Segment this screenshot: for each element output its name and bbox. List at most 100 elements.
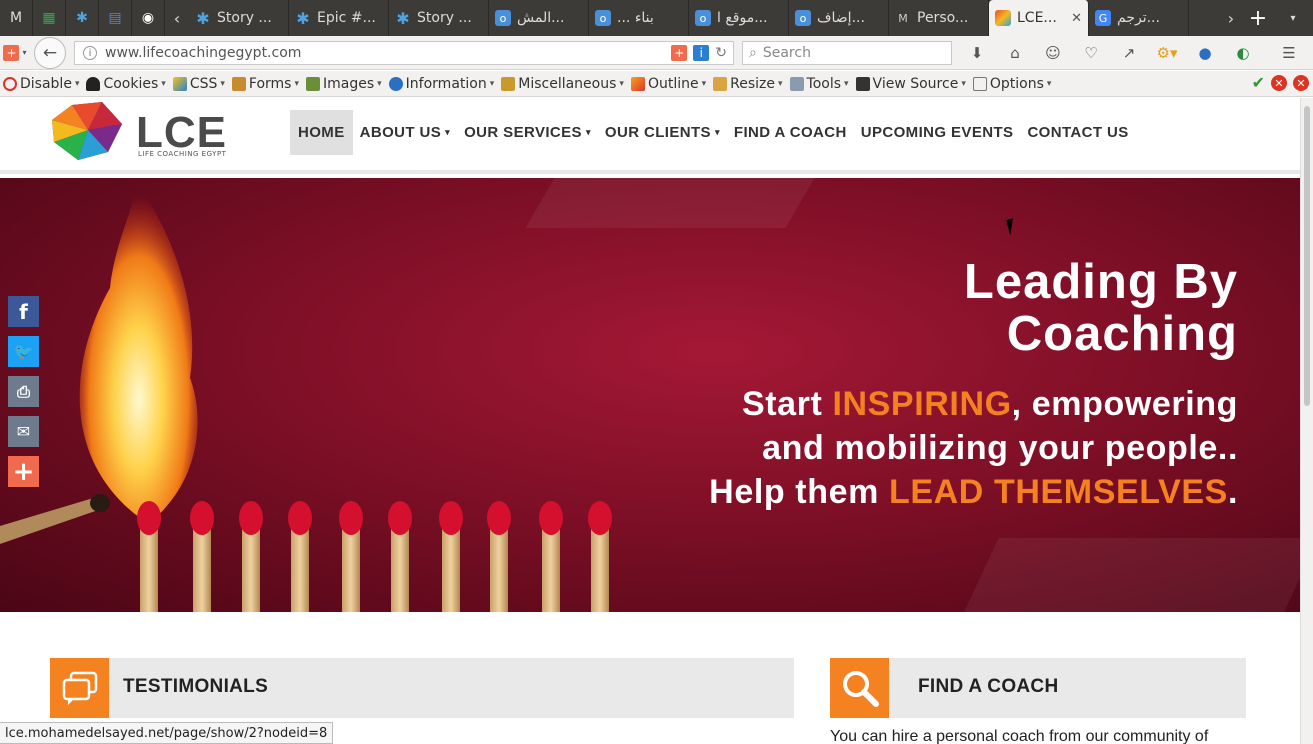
menu-icon[interactable]: ☰ <box>1274 38 1304 68</box>
menu-upcoming-events[interactable]: UPCOMING EVENTS <box>854 110 1021 155</box>
testimonials-title: TESTIMONIALS <box>123 676 269 697</box>
blue-square-icon: o <box>795 10 811 26</box>
url-bar[interactable]: i www.lifecoachingegypt.com + i ↻ <box>74 41 734 65</box>
close-icon[interactable]: ✕ <box>1071 11 1082 26</box>
tab[interactable]: ✱ Story ... <box>389 0 489 36</box>
menu-home[interactable]: HOME <box>290 110 353 155</box>
reload-icon[interactable]: ↻ <box>715 45 727 61</box>
asterisk-icon: ✱ <box>76 10 88 26</box>
gmail-icon: M <box>898 11 908 25</box>
chat-icon <box>50 658 109 718</box>
tab-scroll-right-button[interactable]: › <box>1219 0 1243 36</box>
tab[interactable]: ✱ Epic #... <box>289 0 389 36</box>
blue-square-icon: o <box>495 10 511 26</box>
emoji-icon[interactable]: ☺ <box>1038 38 1068 68</box>
tab-list-button[interactable]: ▾ <box>1273 0 1313 36</box>
information-menu[interactable]: Information ▾ <box>388 76 494 92</box>
find-coach-box: FIND A COACH <box>830 658 1246 718</box>
site-info-icon[interactable]: i <box>83 46 97 60</box>
info-icon <box>388 76 403 91</box>
menu-our-clients[interactable]: OUR CLIENTS ▾ <box>598 110 727 155</box>
tab-scroll-left-button[interactable]: ‹ <box>165 0 189 36</box>
home-icon[interactable]: ⌂ <box>1000 38 1030 68</box>
asterisk-icon: ✱ <box>196 8 210 28</box>
page-scrollbar[interactable] <box>1300 98 1313 744</box>
docs-tab[interactable]: ▤ <box>99 0 132 36</box>
tab-strip: M ▦ ✱ ▤ ◉ ‹ ✱ Story ... ✱ Epic #... ✱ Story… <box>0 0 1313 36</box>
asterisk-tab[interactable]: ✱ <box>66 0 99 36</box>
options-menu[interactable]: Options ▾ <box>972 76 1051 92</box>
tab[interactable]: M Perso... <box>889 0 989 36</box>
email-icon[interactable]: ✉ <box>8 416 39 447</box>
logo-subtitle: LIFE COACHING EGYPT <box>138 150 227 158</box>
tab[interactable]: o موقع ا... <box>689 0 789 36</box>
gmail-tab[interactable]: M <box>0 0 33 36</box>
tab[interactable]: G ترجم... <box>1089 0 1189 36</box>
odoo-tab[interactable]: ◉ <box>132 0 165 36</box>
share-icon[interactable]: + <box>8 456 39 487</box>
scrollbar-thumb[interactable] <box>1304 106 1310 406</box>
monitor-icon <box>855 76 870 91</box>
tab-active[interactable]: LCE... ✕ <box>989 0 1089 36</box>
tab[interactable]: o... بناء <box>589 0 689 36</box>
hero-tagline-line2: and mobilizing your people.. <box>762 429 1238 467</box>
web-developer-toolbar: Disable ▾ Cookies ▾ CSS ▾ Forms ▾ Images ▾ In… <box>0 71 1313 97</box>
forms-menu[interactable]: Forms ▾ <box>231 76 299 92</box>
find-coach-text: You can hire a personal coach from our c… <box>830 728 1209 744</box>
web-page: LCE LIFE COACHING EGYPT HOME ABOUT US ▾ O… <box>0 98 1300 744</box>
images-menu[interactable]: Images ▾ <box>306 76 382 92</box>
twitter-icon[interactable]: 🐦 <box>8 336 39 367</box>
download-icon[interactable]: ⬇ <box>962 38 992 68</box>
resize-menu[interactable]: Resize ▾ <box>713 76 783 92</box>
hero-tagline-line3: Help them LEAD THEMSELVES. <box>709 473 1238 511</box>
search-input[interactable]: ⌕ Search <box>742 41 952 65</box>
outline-menu[interactable]: Outline ▾ <box>630 76 706 92</box>
search-icon <box>830 658 889 718</box>
search-placeholder: Search <box>762 45 811 61</box>
hero-decoration <box>961 538 1300 612</box>
hero-text: Leading By Coaching Start INSPIRING, emp… <box>709 256 1238 514</box>
social-share-bar: f 🐦 ⎙ ✉ + <box>8 296 39 487</box>
devbar-status: ✔ ✕ ✕ <box>1252 75 1309 91</box>
print-icon[interactable]: ⎙ <box>8 376 39 407</box>
circle-icon[interactable]: ◐ <box>1228 38 1258 68</box>
match-row <box>137 501 612 612</box>
pencil-icon <box>172 76 187 91</box>
tab[interactable]: o إضاف... <box>789 0 889 36</box>
translate-icon: G <box>1095 10 1111 26</box>
error-icon[interactable]: ✕ <box>1271 75 1287 91</box>
back-button[interactable]: ← <box>34 36 66 69</box>
new-tab-button[interactable]: + <box>1243 0 1273 36</box>
gear-icon[interactable]: ⚙▾ <box>1152 38 1182 68</box>
page-info-icon[interactable]: i <box>693 45 710 61</box>
ruler-icon <box>713 76 728 91</box>
back-arrow-icon: ← <box>42 42 58 63</box>
view-source-menu[interactable]: View Source ▾ <box>855 76 966 92</box>
url-text: www.lifecoachingegypt.com <box>105 45 302 61</box>
tab[interactable]: ✱ Story ... <box>189 0 289 36</box>
pocket-icon[interactable]: ♡ <box>1076 38 1106 68</box>
sheets-tab[interactable]: ▦ <box>33 0 66 36</box>
chevron-down-icon: ▾ <box>714 127 720 137</box>
menu-about-us[interactable]: ABOUT US ▾ <box>353 110 457 155</box>
status-bar: lce.mohamedelsayed.net/page/show/2?nodei… <box>0 722 334 744</box>
tools-menu[interactable]: Tools ▾ <box>789 76 849 92</box>
close-icon[interactable]: ✕ <box>1293 75 1309 91</box>
tab[interactable]: o المش... <box>489 0 589 36</box>
testimonials-box: TESTIMONIALS <box>50 658 794 718</box>
facebook-icon[interactable]: f <box>8 296 39 327</box>
disable-menu[interactable]: Disable ▾ <box>3 76 79 92</box>
miscellaneous-menu[interactable]: Miscellaneous ▾ <box>501 76 624 92</box>
tool-icon[interactable]: ↗ <box>1114 38 1144 68</box>
css-menu[interactable]: CSS ▾ <box>172 76 225 92</box>
toolbar-buttons: ⬇ ⌂ ☺ ♡ ↗ ⚙▾ ● ◐ ☰ <box>962 38 1304 68</box>
site-logo[interactable]: LCE LIFE COACHING EGYPT <box>50 102 230 162</box>
cookies-menu[interactable]: Cookies ▾ <box>86 76 166 92</box>
menu-find-a-coach[interactable]: FIND A COACH <box>727 110 854 155</box>
globe-icon[interactable]: ● <box>1190 38 1220 68</box>
check-icon[interactable]: ✔ <box>1252 75 1265 91</box>
menu-our-services[interactable]: OUR SERVICES ▾ <box>457 110 598 155</box>
menu-contact-us[interactable]: CONTACT US <box>1020 110 1135 155</box>
addthis-icon[interactable]: + <box>671 45 688 61</box>
addon-icon[interactable]: + ▾ <box>0 38 30 68</box>
